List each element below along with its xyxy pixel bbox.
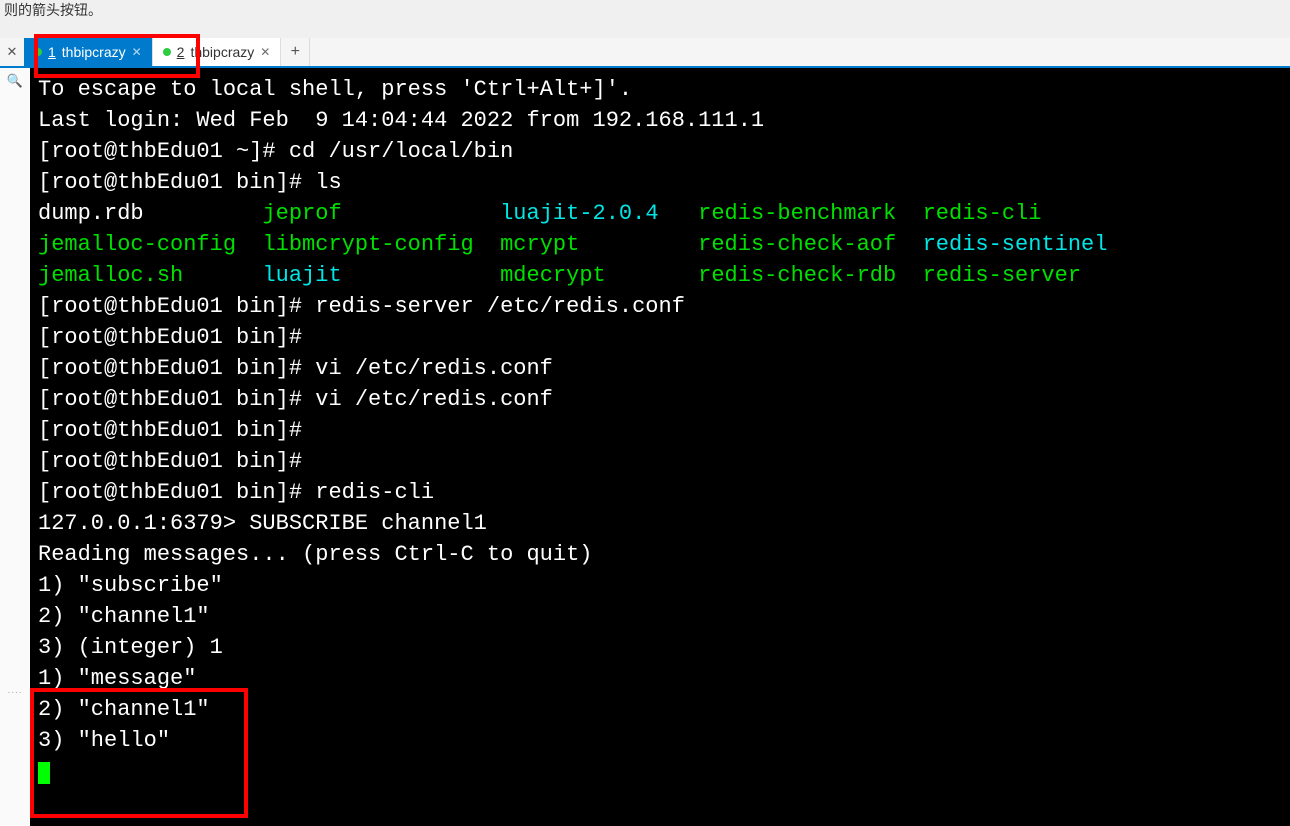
terminal-line: [root@thbEdu01 bin]# redis-cli	[38, 477, 1282, 508]
terminal-line: jemalloc.sh luajit mdecrypt redis-check-…	[38, 260, 1282, 291]
terminal-line: [root@thbEdu01 bin]# vi /etc/redis.conf	[38, 353, 1282, 384]
terminal-line: 2) "channel1"	[38, 601, 1282, 632]
left-gutter: 🔍 ....	[0, 68, 31, 826]
tabbar-left-icons: ✕	[0, 38, 24, 66]
terminal-line: 127.0.0.1:6379> SUBSCRIBE channel1	[38, 508, 1282, 539]
terminal-line: [root@thbEdu01 ~]# cd /usr/local/bin	[38, 136, 1282, 167]
terminal-line: Reading messages... (press Ctrl-C to qui…	[38, 539, 1282, 570]
terminal-line: [root@thbEdu01 bin]#	[38, 322, 1282, 353]
tab-label: thbipcrazy	[190, 44, 254, 60]
terminal-line: Last login: Wed Feb 9 14:04:44 2022 from…	[38, 105, 1282, 136]
annotation-highlight-tab	[34, 34, 200, 78]
header-fragment-text: 则的箭头按钮。	[0, 0, 106, 20]
terminal-line: jemalloc-config libmcrypt-config mcrypt …	[38, 229, 1282, 260]
terminal-line: [root@thbEdu01 bin]#	[38, 415, 1282, 446]
terminal-line: [root@thbEdu01 bin]# vi /etc/redis.conf	[38, 384, 1282, 415]
tab-close-icon[interactable]: ✕	[260, 45, 270, 59]
terminal-line: 3) (integer) 1	[38, 632, 1282, 663]
terminal-line: dump.rdb jeprof luajit-2.0.4 redis-bench…	[38, 198, 1282, 229]
search-icon[interactable]: 🔍	[0, 68, 30, 94]
terminal-line: [root@thbEdu01 bin]# ls	[38, 167, 1282, 198]
terminal-line: 1) "subscribe"	[38, 570, 1282, 601]
annotation-highlight-output	[30, 688, 248, 818]
terminal-line: [root@thbEdu01 bin]# redis-server /etc/r…	[38, 291, 1282, 322]
terminal-line: [root@thbEdu01 bin]#	[38, 446, 1282, 477]
gutter-ellipsis-icon: ....	[0, 685, 30, 696]
terminal-line: To escape to local shell, press 'Ctrl+Al…	[38, 74, 1282, 105]
new-tab-button[interactable]: +	[281, 38, 310, 66]
close-all-icon[interactable]: ✕	[0, 38, 24, 66]
